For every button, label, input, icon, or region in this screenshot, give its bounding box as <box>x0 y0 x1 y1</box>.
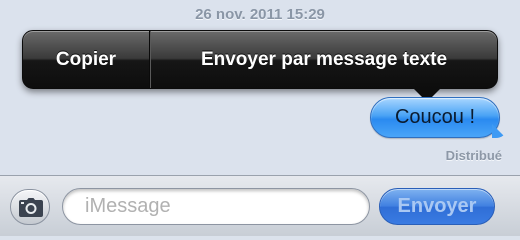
camera-icon <box>19 198 43 217</box>
camera-button[interactable] <box>10 189 50 225</box>
send-button[interactable]: Envoyer <box>379 188 495 225</box>
imessage-input[interactable]: iMessage <box>62 188 370 225</box>
message-timestamp: 26 nov. 2011 15:29 <box>195 6 325 23</box>
delivery-status: Distribué <box>445 148 502 163</box>
message-bubble[interactable]: Coucou ! <box>370 97 500 138</box>
message-thread: 26 nov. 2011 15:29 Copier Envoyer par me… <box>0 0 520 175</box>
message-text: Coucou ! <box>394 106 476 128</box>
send-as-sms-menu-item[interactable]: Envoyer par message texte <box>151 31 497 88</box>
input-bar: iMessage Envoyer <box>0 175 520 236</box>
context-menu: Copier Envoyer par message texte <box>22 30 498 89</box>
copy-menu-item[interactable]: Copier <box>23 31 149 88</box>
